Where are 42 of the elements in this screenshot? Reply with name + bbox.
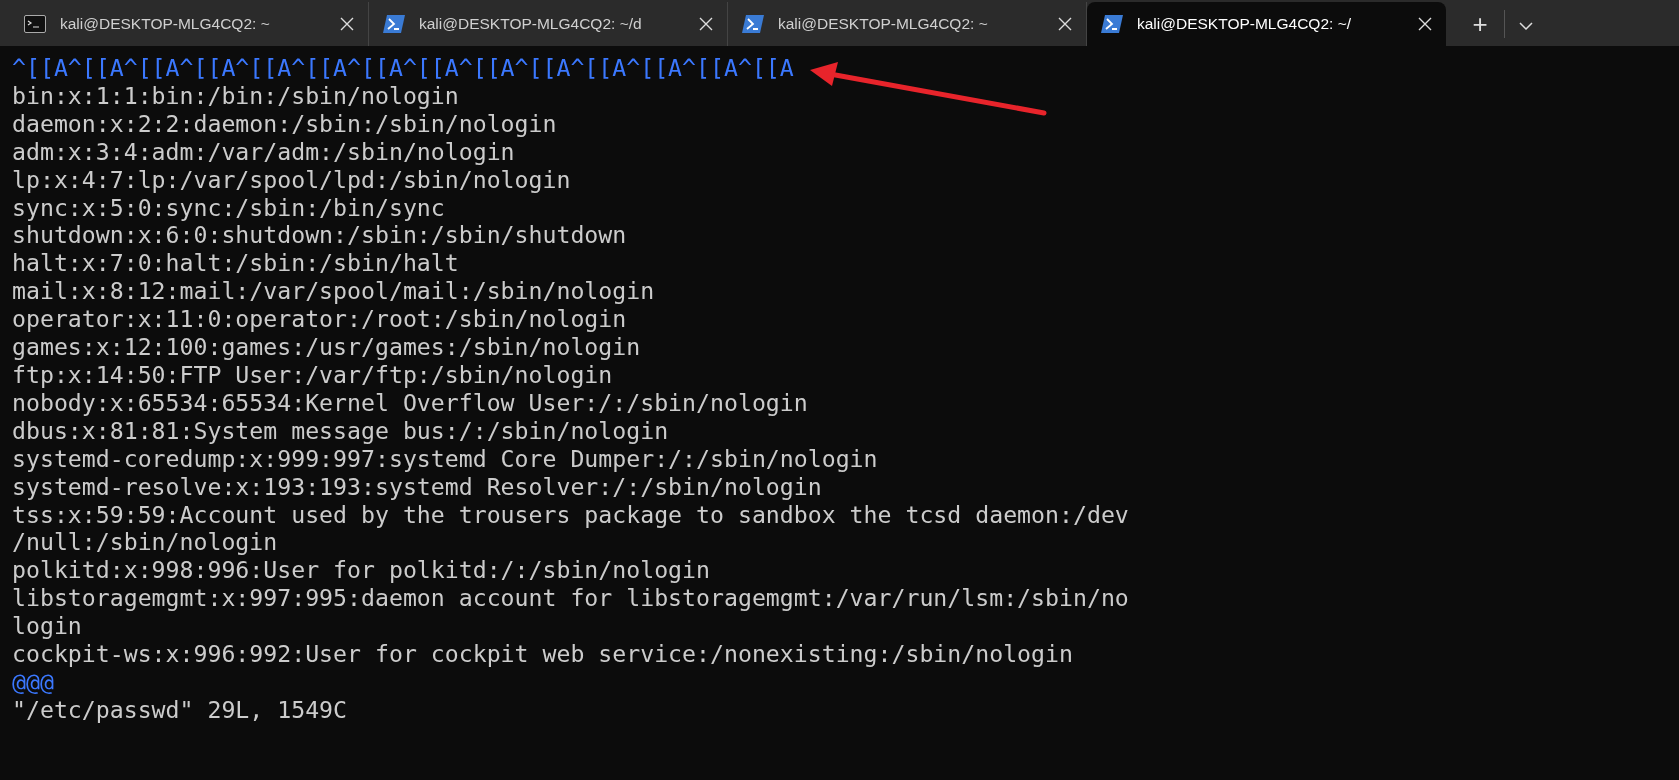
terminal-line: ftp:x:14:50:FTP User:/var/ftp:/sbin/nologin — [12, 360, 613, 389]
tab-title: kali@DESKTOP-MLG4CQ2: ~/ — [1137, 14, 1352, 35]
new-tab-button[interactable]: + — [1462, 8, 1498, 40]
terminal-line: ^[[A^[[A^[[A^[[A^[[A^[[A^[[A^[[A^[[A^[[A^[[A^[[A^[[A^[[A — [12, 54, 794, 82]
terminal-line: shutdown:x:6:0:shutdown:/sbin:/sbin/shutdown — [12, 221, 627, 250]
powershell-icon — [1101, 15, 1123, 33]
terminal-line: nobody:x:65534:65534:Kernel Overflow User:/:/sbin/nologin — [12, 388, 808, 417]
tab[interactable]: kali@DESKTOP-MLG4CQ2: ~/d — [369, 2, 728, 46]
terminal-line: lp:x:4:7:lp:/var/spool/lpd:/sbin/nologin — [12, 165, 571, 194]
terminal-line: operator:x:11:0:operator:/root:/sbin/nologin — [12, 305, 627, 334]
terminal-line: games:x:12:100:games:/usr/games:/sbin/nologin — [12, 333, 641, 361]
tab[interactable]: kali@DESKTOP-MLG4CQ2: ~/ — [1087, 2, 1446, 46]
terminal-line: polkitd:x:998:996:User for polkitd:/:/sbin/nologin — [12, 556, 710, 585]
terminal-line: login — [12, 612, 82, 641]
tab[interactable]: kali@DESKTOP-MLG4CQ2: ~ — [728, 2, 1087, 46]
close-icon[interactable] — [340, 17, 354, 31]
terminal-line: /null:/sbin/nologin — [12, 528, 278, 557]
tab-title: kali@DESKTOP-MLG4CQ2: ~ — [60, 14, 271, 35]
dropdown-icon[interactable] — [1519, 22, 1533, 30]
terminal-line: systemd-coredump:x:999:997:systemd Core Dumper:/:/sbin/nologin — [12, 444, 878, 473]
terminal-line: bin:x:1:1:bin:/bin:/sbin/nologin — [12, 81, 459, 110]
terminal-line: libstoragemgmt:x:997:995:daemon account for libstoragemgmt:/var/run/lsm:/sbin/no — [12, 584, 1129, 613]
close-icon[interactable] — [1058, 17, 1072, 31]
terminal-line: cockpit-ws:x:996:992:User for cockpit web service:/nonexisting:/sbin/nologin — [12, 640, 1073, 668]
terminal-line: halt:x:7:0:halt:/sbin:/sbin/halt — [12, 249, 459, 278]
terminal-line: systemd-resolve:x:193:193:systemd Resolver:/:/sbin/nologin — [12, 472, 822, 501]
terminal-line: mail:x:8:12:mail:/var/spool/mail:/sbin/nologin — [12, 277, 655, 306]
powershell-icon — [383, 15, 405, 33]
terminal-line: @@@ — [12, 667, 54, 696]
tab-title: kali@DESKTOP-MLG4CQ2: ~ — [778, 14, 989, 35]
terminal-line: dbus:x:81:81:System message bus:/:/sbin/nologin — [12, 416, 669, 445]
tab[interactable]: kali@DESKTOP-MLG4CQ2: ~ — [10, 2, 369, 46]
terminal-line: "/etc/passwd" 29L, 1549C — [12, 695, 348, 724]
terminal-line: sync:x:5:0:sync:/sbin:/bin/sync — [12, 193, 445, 222]
close-icon[interactable] — [1418, 17, 1432, 31]
powershell-icon — [742, 15, 764, 33]
close-icon[interactable] — [699, 17, 713, 31]
tab-title: kali@DESKTOP-MLG4CQ2: ~/d — [419, 14, 643, 35]
terminal-icon — [24, 15, 46, 33]
terminal-line: daemon:x:2:2:daemon:/sbin:/sbin/nologin — [12, 109, 557, 138]
terminal-line: adm:x:3:4:adm:/var/adm:/sbin/nologin — [12, 137, 515, 166]
terminal-line: tss:x:59:59:Account used by the trousers package to sandbox the tcsd daemon:/dev — [12, 500, 1129, 529]
